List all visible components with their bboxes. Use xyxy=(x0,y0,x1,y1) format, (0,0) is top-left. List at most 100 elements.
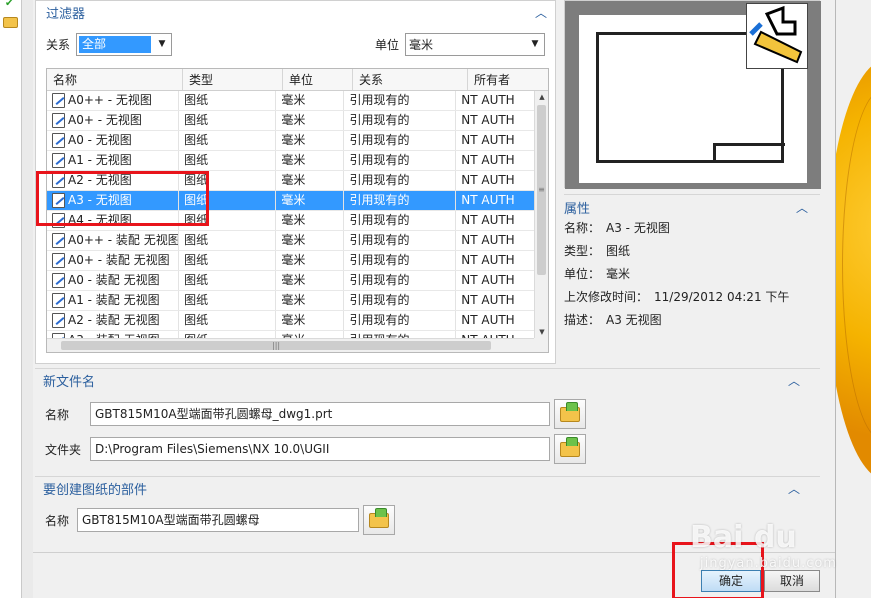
browse-file-button[interactable] xyxy=(554,399,586,429)
column-header-name[interactable]: 名称 xyxy=(47,69,183,90)
cell-text: A2 - 装配 无视图 xyxy=(68,313,160,327)
cell-text: A1 - 无视图 xyxy=(68,153,132,167)
table-row[interactable]: A0 - 装配 无视图 图纸 毫米 引用现有的 NT AUTH xyxy=(47,271,534,291)
collapse-icon[interactable]: ︿ xyxy=(788,480,800,497)
table-cell: 引用现有的 xyxy=(344,331,457,338)
table-row[interactable]: A1 - 装配 无视图 图纸 毫米 引用现有的 NT AUTH xyxy=(47,291,534,311)
scroll-down-icon[interactable]: ▼ xyxy=(535,326,548,338)
cell-text: 图纸 xyxy=(184,233,209,247)
prop-type-label: 类型： xyxy=(564,244,601,258)
prop-name-label: 名称： xyxy=(564,221,601,235)
table-cell: A0+ - 无视图 xyxy=(47,111,180,130)
part-group-header[interactable]: 要创建图纸的部件 ︿ xyxy=(35,477,820,499)
collapse-icon[interactable]: ︿ xyxy=(796,199,808,216)
folder-icon[interactable] xyxy=(3,17,18,28)
cell-text: 引用现有的 xyxy=(349,193,410,207)
cell-text: NT AUTH xyxy=(461,193,515,207)
cell-text: 引用现有的 xyxy=(349,293,410,307)
table-cell: 引用现有的 xyxy=(344,151,457,170)
properties-title: 属性 xyxy=(564,201,591,217)
table-cell: 引用现有的 xyxy=(344,91,457,110)
part-name-input[interactable]: GBT815M10A型端面带孔圆螺母 xyxy=(77,508,359,532)
table-cell: 引用现有的 xyxy=(344,191,457,210)
new-file-name-input[interactable]: GBT815M10A型端面带孔圆螺母_dwg1.prt xyxy=(90,402,550,426)
prop-modified: 上次修改时间： 11/29/2012 04:21 下午 xyxy=(564,286,820,309)
collapse-icon[interactable]: ︿ xyxy=(535,4,547,21)
prop-unit-value: 毫米 xyxy=(606,267,631,281)
cell-text: NT AUTH xyxy=(461,313,515,327)
unit-select[interactable]: 毫米 ▼ xyxy=(405,32,545,56)
relation-value: 全部 xyxy=(79,35,152,53)
column-header-owner[interactable]: 所有者 xyxy=(468,69,548,90)
table-cell: 图纸 xyxy=(179,251,277,270)
cell-text: A0+ - 无视图 xyxy=(68,113,142,127)
cell-text: NT AUTH xyxy=(461,93,515,107)
cell-text: 毫米 xyxy=(281,293,306,307)
table-cell: 引用现有的 xyxy=(344,111,457,130)
horizontal-scrollbar[interactable]: ||| xyxy=(47,338,534,352)
vertical-scrollbar[interactable]: ▲ ≡ ▼ xyxy=(534,91,548,338)
prop-unit-label: 单位： xyxy=(564,267,601,281)
table-cell: 图纸 xyxy=(179,291,277,310)
left-navigator-strip: ✔ xyxy=(0,0,22,598)
cell-text: 引用现有的 xyxy=(349,313,410,327)
table-row[interactable]: A3 - 装配 无视图 图纸 毫米 引用现有的 NT AUTH xyxy=(47,331,534,338)
table-cell: A0++ - 无视图 xyxy=(47,91,180,110)
cell-text: 图纸 xyxy=(184,273,209,287)
cell-text: 引用现有的 xyxy=(349,233,410,247)
drawing-template-icon xyxy=(52,93,65,108)
table-cell: 引用现有的 xyxy=(344,131,457,150)
table-row[interactable]: A0++ - 无视图 图纸 毫米 引用现有的 NT AUTH xyxy=(47,91,534,111)
table-cell: 引用现有的 xyxy=(344,231,457,250)
drawing-template-icon xyxy=(746,3,808,69)
collapse-icon[interactable]: ︿ xyxy=(788,372,800,389)
browse-folder-button[interactable] xyxy=(554,434,586,464)
table-cell: A2 - 装配 无视图 xyxy=(47,311,180,330)
table-cell: 毫米 xyxy=(276,211,345,230)
drawing-template-icon xyxy=(52,253,65,268)
table-row[interactable]: A1 - 无视图 图纸 毫米 引用现有的 NT AUTH xyxy=(47,151,534,171)
table-cell: NT AUTH xyxy=(456,251,534,270)
browse-part-button[interactable] xyxy=(363,505,395,535)
new-file-group-header[interactable]: 新文件名 ︿ xyxy=(35,369,820,391)
scroll-up-icon[interactable]: ▲ xyxy=(535,91,548,103)
chevron-down-icon[interactable]: ▼ xyxy=(153,34,171,55)
table-row[interactable]: A2 - 装配 无视图 图纸 毫米 引用现有的 NT AUTH xyxy=(47,311,534,331)
cell-text: NT AUTH xyxy=(461,113,515,127)
filter-group-header[interactable]: 过滤器 ︿ xyxy=(36,1,555,23)
table-row[interactable]: A0+ - 装配 无视图 图纸 毫米 引用现有的 NT AUTH xyxy=(47,251,534,271)
drawing-template-icon xyxy=(52,273,65,288)
cell-text: 毫米 xyxy=(281,133,306,147)
cell-text: 图纸 xyxy=(184,293,209,307)
cell-text: 毫米 xyxy=(281,93,306,107)
cell-text: 引用现有的 xyxy=(349,93,410,107)
drawing-template-icon xyxy=(52,313,65,328)
cell-text: 毫米 xyxy=(281,273,306,287)
table-row[interactable]: A0++ - 装配 无视图 图纸 毫米 引用现有的 NT AUTH xyxy=(47,231,534,251)
column-header-unit[interactable]: 单位 xyxy=(283,69,353,90)
table-cell: NT AUTH xyxy=(456,291,534,310)
table-cell: A1 - 装配 无视图 xyxy=(47,291,180,310)
properties-group-header[interactable]: 属性 ︿ xyxy=(564,195,820,217)
table-row[interactable]: A0 - 无视图 图纸 毫米 引用现有的 NT AUTH xyxy=(47,131,534,151)
cell-text: 引用现有的 xyxy=(349,133,410,147)
column-header-type[interactable]: 类型 xyxy=(183,69,283,90)
cell-text: 毫米 xyxy=(281,213,306,227)
cell-text: A1 - 装配 无视图 xyxy=(68,293,160,307)
table-cell: 引用现有的 xyxy=(344,291,457,310)
chevron-down-icon[interactable]: ▼ xyxy=(526,34,544,55)
table-cell: 图纸 xyxy=(179,151,277,170)
new-file-folder-row: 文件夹 D:\Program Files\Siemens\NX 10.0\UGI… xyxy=(45,434,586,464)
new-file-folder-label: 文件夹 xyxy=(45,442,82,457)
cell-text: 引用现有的 xyxy=(349,213,410,227)
table-cell: 毫米 xyxy=(276,191,345,210)
table-row[interactable]: A0+ - 无视图 图纸 毫米 引用现有的 NT AUTH xyxy=(47,111,534,131)
new-file-folder-input[interactable]: D:\Program Files\Siemens\NX 10.0\UGII xyxy=(90,437,550,461)
open-folder-icon xyxy=(369,507,389,528)
column-header-relation[interactable]: 关系 xyxy=(353,69,468,90)
new-drawing-dialog: 过滤器 ︿ 关系 全部 ▼ 单位 毫米 ▼ 名称 类型 单位 关系 所有者 A0… xyxy=(33,0,835,598)
relation-select[interactable]: 全部 ▼ xyxy=(76,32,173,56)
cell-text: 毫米 xyxy=(281,233,306,247)
prop-type-value: 图纸 xyxy=(606,244,631,258)
table-cell: NT AUTH xyxy=(456,131,534,150)
